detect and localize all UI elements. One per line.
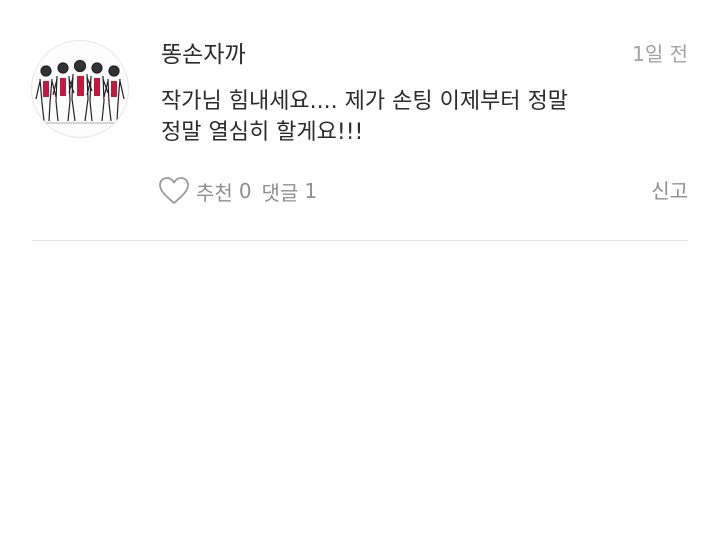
reply-button[interactable]: 댓글 1 [262, 177, 318, 206]
group-illustration-icon [35, 59, 125, 124]
comment-time: 1일 전 [632, 42, 688, 66]
comment-body: 작가님 힘내세요.... 제가 손팅 이제부터 정말 정말 열심히 할게요!!! [161, 86, 681, 148]
report-button[interactable]: 신고 [651, 177, 688, 205]
comment-item: 똥손자까 1일 전 작가님 힘내세요.... 제가 손팅 이제부터 정말 정말 … [0, 0, 720, 242]
comment-text-line-2: 정말 열심히 할게요!!! [161, 120, 364, 145]
comment-author[interactable]: 똥손자까 [161, 40, 246, 70]
heart-icon [159, 177, 189, 204]
reply-count: 1 [304, 179, 318, 203]
comment-divider [32, 240, 688, 241]
like-count: 0 [238, 179, 252, 203]
comment-text-line-1: 작가님 힘내세요.... 제가 손팅 이제부터 정말 [161, 89, 569, 114]
like-button[interactable]: 추천 0 [158, 176, 252, 206]
reply-label: 댓글 [261, 180, 299, 205]
comment-screen: 똥손자까 1일 전 작가님 힘내세요.... 제가 손팅 이제부터 정말 정말 … [0, 0, 720, 540]
comment-actions: 추천 0 댓글 1 [158, 174, 317, 208]
like-label: 추천 [196, 180, 233, 205]
avatar[interactable] [31, 40, 129, 138]
